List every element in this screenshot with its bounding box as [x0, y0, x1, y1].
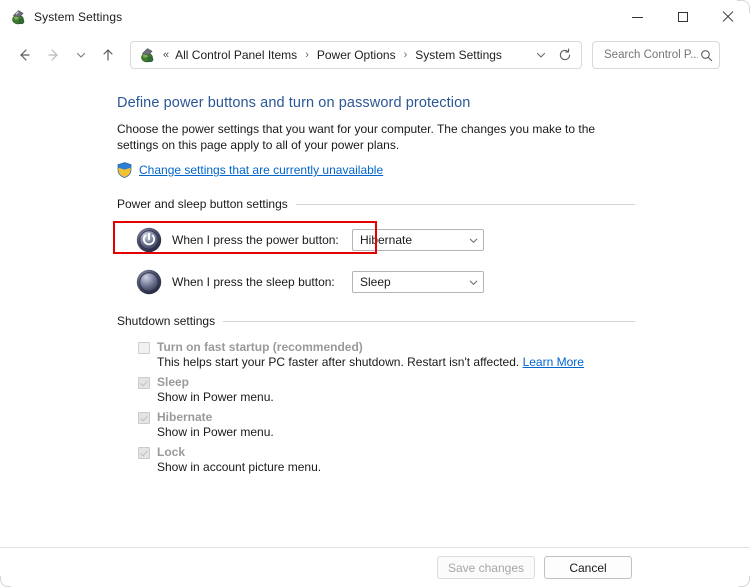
- change-settings-row[interactable]: Change settings that are currently unava…: [117, 162, 750, 178]
- power-button-dropdown[interactable]: Hibernate: [352, 229, 484, 251]
- power-button-icon: [136, 227, 162, 253]
- sleep-button-setting-row: When I press the sleep button: Sleep: [117, 269, 635, 295]
- page-title: Define power buttons and turn on passwor…: [117, 95, 750, 111]
- title-bar: System Settings: [0, 0, 750, 35]
- sleep-button-label: When I press the sleep button:: [172, 275, 352, 289]
- learn-more-link[interactable]: Learn More: [523, 355, 584, 369]
- refresh-icon[interactable]: [553, 43, 577, 67]
- lock-item: Lock Show in account picture menu.: [138, 445, 635, 475]
- lock-label: Lock: [157, 445, 185, 459]
- lock-description: Show in account picture menu.: [138, 460, 635, 475]
- title-bar-left: System Settings: [0, 9, 122, 25]
- power-and-sleep-section: Power and sleep button settings: [117, 197, 635, 295]
- fast-startup-label: Turn on fast startup (recommended): [157, 340, 363, 354]
- shutdown-settings-section: Shutdown settings Turn on fast startup (…: [117, 314, 635, 475]
- sleep-button-dropdown[interactable]: Sleep: [352, 271, 484, 293]
- save-changes-button[interactable]: Save changes: [437, 556, 535, 579]
- shutdown-options-list: Turn on fast startup (recommended) This …: [117, 340, 635, 475]
- up-button[interactable]: [94, 41, 122, 69]
- minimize-icon: [632, 17, 643, 18]
- hibernate-checkbox[interactable]: [138, 412, 150, 424]
- search-icon[interactable]: [700, 49, 713, 62]
- shutdown-section-header: Shutdown settings: [117, 314, 635, 328]
- control-panel-icon: [10, 9, 26, 25]
- lock-checkbox[interactable]: [138, 447, 150, 459]
- hibernate-label: Hibernate: [157, 410, 212, 424]
- fast-startup-item: Turn on fast startup (recommended) This …: [138, 340, 635, 370]
- change-settings-link[interactable]: Change settings that are currently unava…: [139, 163, 383, 177]
- fast-startup-description-text: This helps start your PC faster after sh…: [157, 355, 519, 369]
- power-button-dropdown-value: Hibernate: [360, 233, 468, 247]
- hibernate-item: Hibernate Show in Power menu.: [138, 410, 635, 440]
- search-control-panel-box[interactable]: [592, 41, 720, 69]
- breadcrumb-item-power-options[interactable]: Power Options: [314, 46, 399, 64]
- fast-startup-checkbox[interactable]: [138, 342, 150, 354]
- sleep-button-dropdown-value: Sleep: [360, 275, 468, 289]
- back-button[interactable]: [10, 41, 38, 69]
- maximize-button[interactable]: [660, 0, 705, 34]
- sleep-item: Sleep Show in Power menu.: [138, 375, 635, 405]
- power-section-header: Power and sleep button settings: [117, 197, 635, 211]
- page-description: Choose the power settings that you want …: [117, 121, 622, 153]
- breadcrumb[interactable]: « All Control Panel Items › Power Option…: [130, 41, 582, 69]
- dialog-footer: Save changes Cancel: [0, 547, 750, 587]
- sleep-description: Show in Power menu.: [138, 390, 635, 405]
- hibernate-row[interactable]: Hibernate: [138, 410, 635, 424]
- content-inner: Define power buttons and turn on passwor…: [0, 75, 750, 475]
- power-button-label: When I press the power button:: [172, 233, 352, 247]
- section-divider: [296, 204, 635, 205]
- fast-startup-description: This helps start your PC faster after sh…: [138, 355, 635, 370]
- chevron-down-icon: [468, 277, 479, 288]
- window-controls: [615, 0, 750, 34]
- breadcrumb-separator: ›: [404, 49, 408, 61]
- maximize-icon: [678, 12, 688, 22]
- close-icon: [722, 11, 734, 23]
- recent-locations-button[interactable]: [70, 41, 92, 69]
- fast-startup-row[interactable]: Turn on fast startup (recommended): [138, 340, 635, 354]
- chevron-down-icon[interactable]: [529, 43, 553, 67]
- lock-row[interactable]: Lock: [138, 445, 635, 459]
- breadcrumb-separator: ›: [305, 49, 309, 61]
- sleep-row[interactable]: Sleep: [138, 375, 635, 389]
- system-settings-window: System Settings: [0, 0, 750, 587]
- section-divider: [223, 321, 635, 322]
- breadcrumb-control-panel-icon: [139, 47, 155, 63]
- close-button[interactable]: [705, 0, 750, 34]
- uac-shield-icon: [117, 162, 132, 178]
- breadcrumb-overflow[interactable]: «: [163, 49, 169, 61]
- sleep-label: Sleep: [157, 375, 189, 389]
- sleep-button-icon: [136, 269, 162, 295]
- chevron-down-icon: [468, 235, 479, 246]
- window-title: System Settings: [34, 10, 122, 24]
- breadcrumb-item-system-settings[interactable]: System Settings: [412, 46, 505, 64]
- main-content: Define power buttons and turn on passwor…: [0, 75, 750, 548]
- sleep-checkbox[interactable]: [138, 377, 150, 389]
- cancel-button[interactable]: Cancel: [544, 556, 632, 579]
- power-section-title: Power and sleep button settings: [117, 197, 288, 211]
- forward-button[interactable]: [40, 41, 68, 69]
- navigation-bar: « All Control Panel Items › Power Option…: [0, 35, 750, 75]
- breadcrumb-item-all-control-panel-items[interactable]: All Control Panel Items: [172, 46, 300, 64]
- shutdown-section-title: Shutdown settings: [117, 314, 215, 328]
- power-button-setting-row: When I press the power button: Hibernate: [117, 227, 635, 253]
- minimize-button[interactable]: [615, 0, 660, 34]
- search-input[interactable]: [602, 48, 700, 62]
- hibernate-description: Show in Power menu.: [138, 425, 635, 440]
